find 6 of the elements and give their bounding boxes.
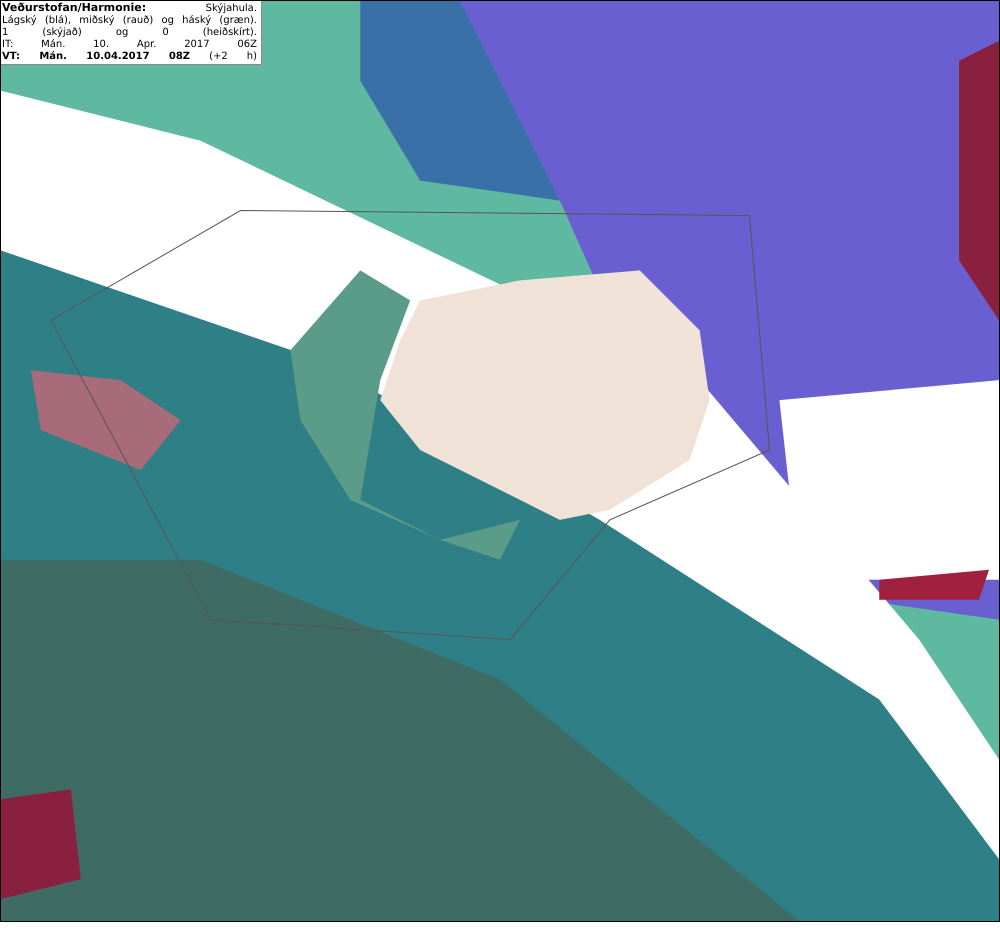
legend-subtitle: Skýjahula.	[206, 3, 257, 15]
legend-text: Lágský (blá), miðský (rauð) og háský (græn).	[2, 15, 257, 27]
legend-text: IT: Mán. 10. Apr. 2017 06Z	[2, 39, 257, 51]
legend-text: 1 (skýjað) og 0 (heiðskírt).	[2, 27, 257, 39]
legend-text: VT: Mán. 10.04.2017 08Z (+2 h)	[2, 51, 257, 63]
legend-title: Veðurstofan/Harmonie:	[2, 2, 146, 14]
